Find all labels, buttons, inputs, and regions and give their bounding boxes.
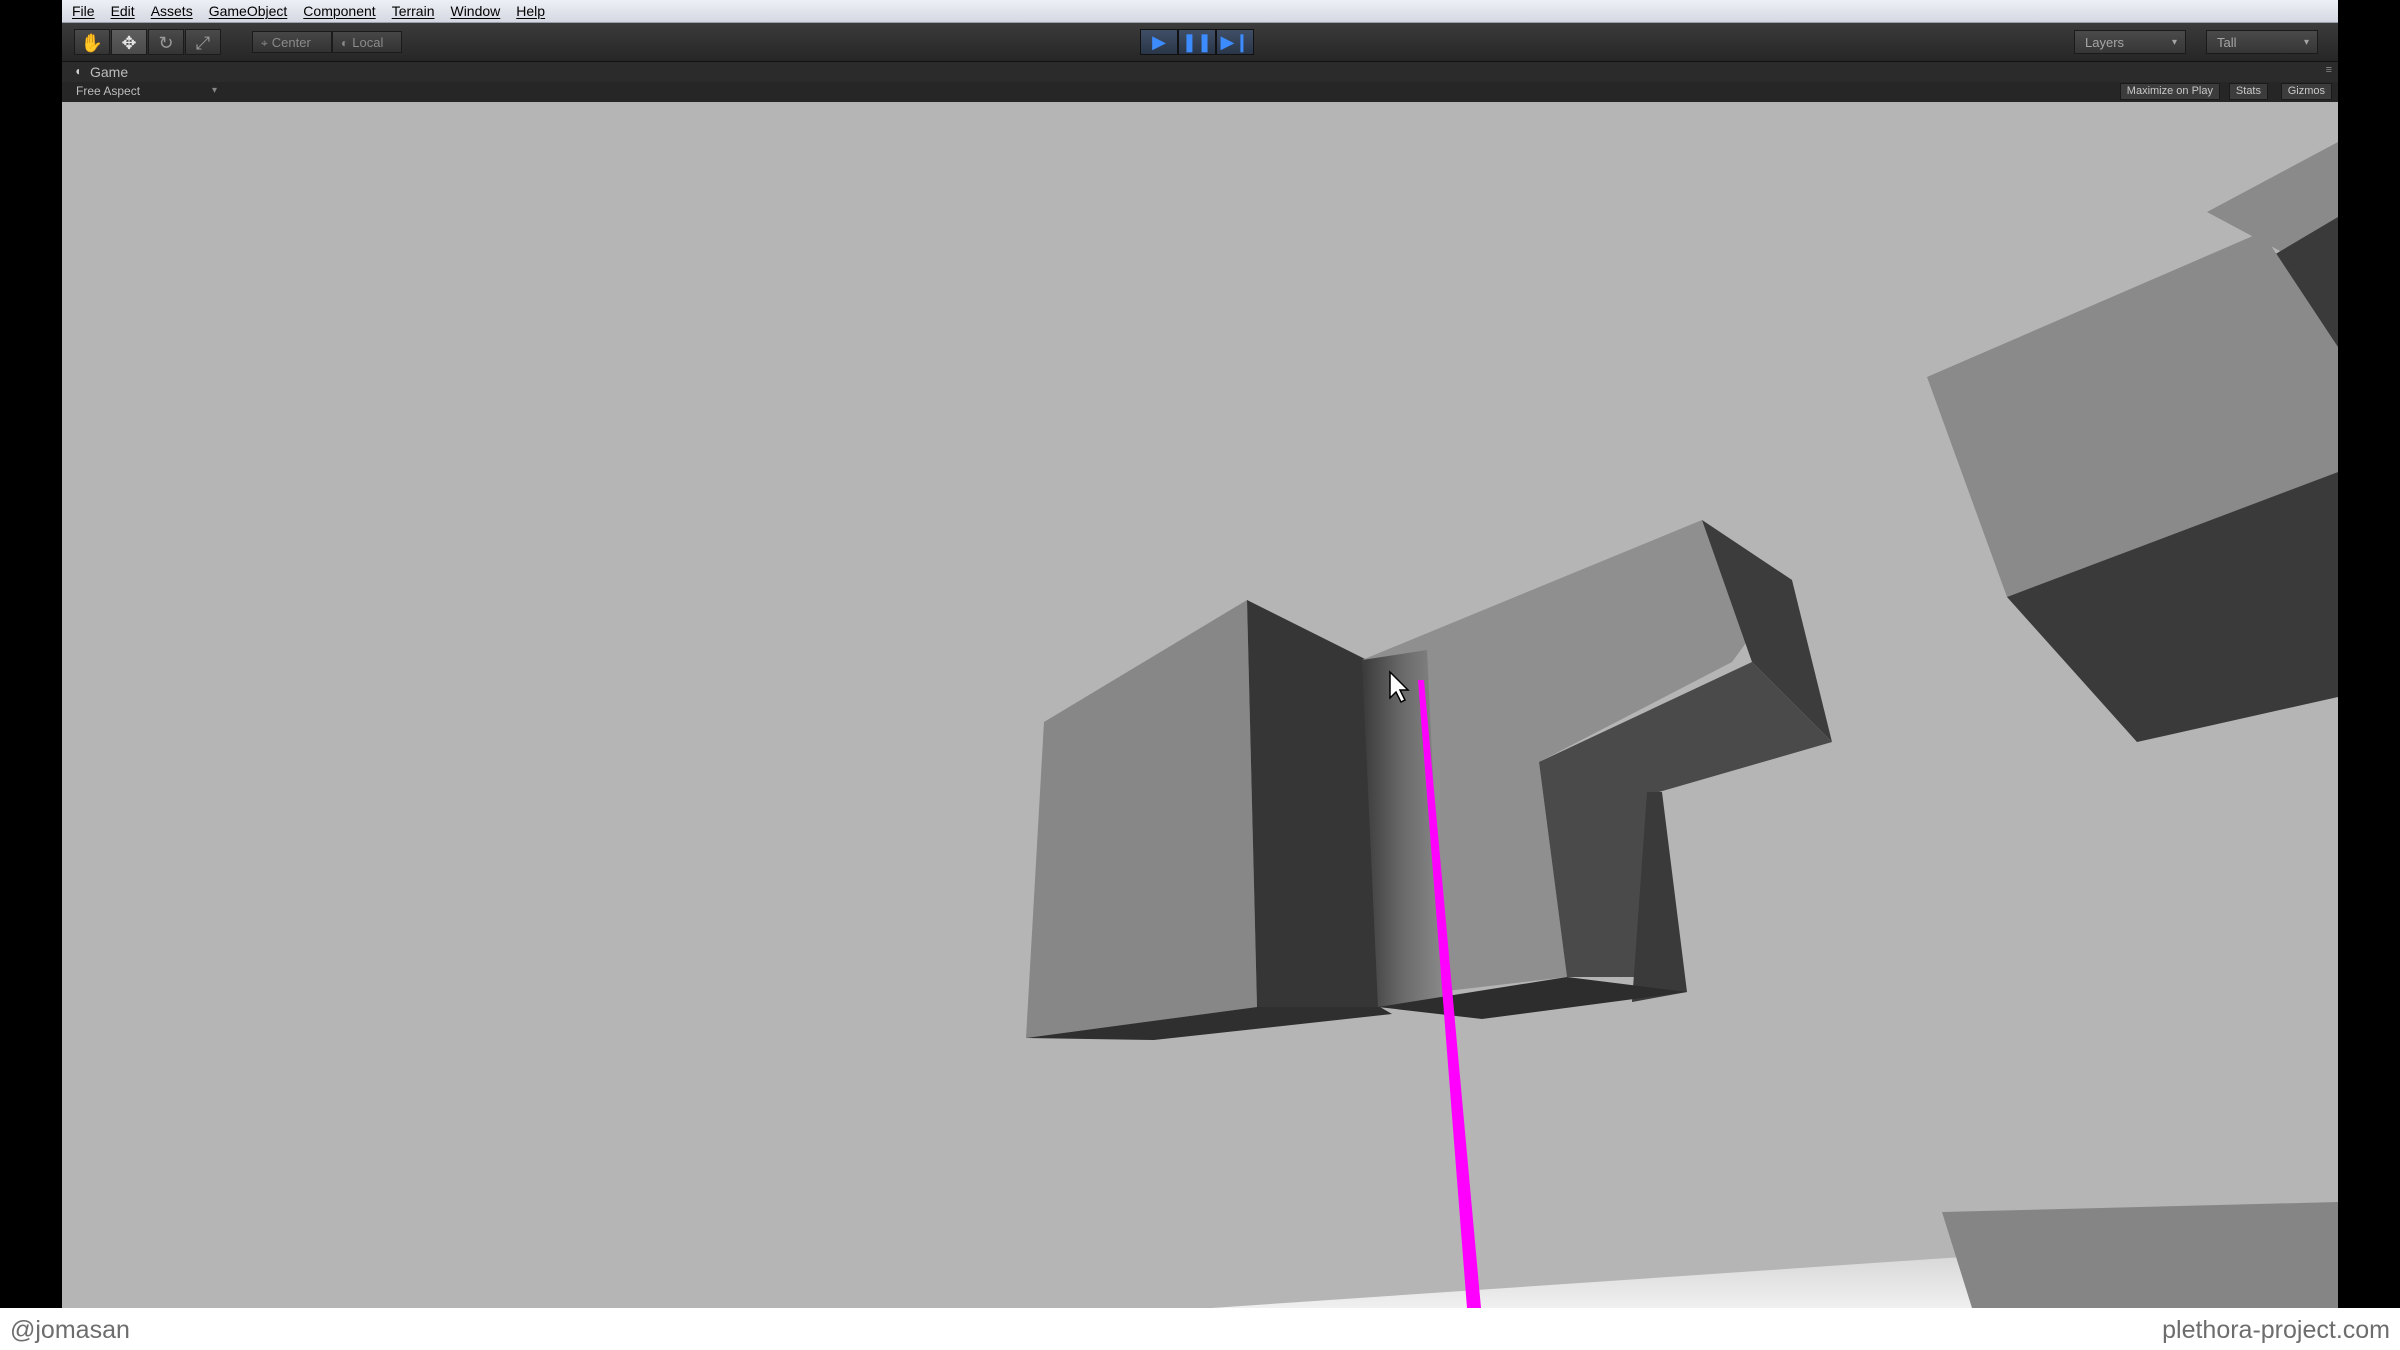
panel-menu-icon[interactable]: ≡ bbox=[2326, 64, 2332, 76]
menu-help[interactable]: Help bbox=[508, 3, 553, 19]
rotate-tool-button[interactable]: ↻ bbox=[148, 29, 184, 55]
move-tool-button[interactable]: ✥ bbox=[111, 29, 147, 55]
menu-component[interactable]: Component bbox=[295, 3, 383, 19]
game-viewport[interactable] bbox=[62, 102, 2338, 1308]
menu-edit[interactable]: Edit bbox=[103, 3, 143, 19]
layout-dropdown[interactable]: Tall ▾ bbox=[2206, 30, 2318, 54]
game-tab-icon: ◖ bbox=[74, 64, 82, 78]
step-icon: ▶❙ bbox=[1220, 32, 1250, 52]
menu-terrain[interactable]: Terrain bbox=[384, 3, 443, 19]
chevron-down-icon: ▾ bbox=[212, 85, 218, 96]
hand-tool-button[interactable]: ✋ bbox=[74, 29, 110, 55]
tab-game[interactable]: Game bbox=[90, 64, 128, 80]
pivot-local-toggle[interactable]: ◐ Local bbox=[332, 31, 402, 53]
game-scene bbox=[62, 102, 2338, 1308]
menu-file[interactable]: File bbox=[62, 3, 103, 19]
rotate-tool-icon: ↻ bbox=[158, 33, 174, 53]
watermark-strip bbox=[0, 1308, 2400, 1350]
game-view-toolbar: Free Aspect ▾ Maximize on Play Stats Giz… bbox=[62, 82, 2338, 103]
watermark-right: plethora-project.com bbox=[2158, 1316, 2394, 1345]
chevron-down-icon: ▾ bbox=[2171, 37, 2177, 48]
menu-window[interactable]: Window bbox=[442, 3, 508, 19]
local-icon: ◐ bbox=[341, 36, 349, 50]
menu-assets[interactable]: Assets bbox=[143, 3, 201, 19]
unity-editor-window: File Edit Assets GameObject Component Te… bbox=[62, 0, 2338, 1308]
maximize-on-play-toggle[interactable]: Maximize on Play bbox=[2119, 83, 2220, 100]
menu-bar: File Edit Assets GameObject Component Te… bbox=[62, 0, 2338, 23]
left-cube-side bbox=[1247, 600, 1380, 1007]
watermark-left: @jomasan bbox=[6, 1316, 134, 1345]
menu-gameobject[interactable]: GameObject bbox=[201, 3, 296, 19]
hand-tool-icon: ✋ bbox=[80, 33, 104, 53]
play-button[interactable]: ▶ bbox=[1140, 29, 1178, 55]
stats-toggle[interactable]: Stats bbox=[2228, 83, 2268, 100]
pivot-icon: ⌖ bbox=[261, 36, 268, 50]
move-tool-icon: ✥ bbox=[121, 33, 137, 53]
toolbar: ✋ ✥ ↻ ⤢ ⌖ Center ◐ Local ▶ ❚❚ ▶❙ Layers ▾ T… bbox=[62, 23, 2338, 62]
gizmos-dropdown[interactable]: Gizmos bbox=[2280, 83, 2332, 100]
bottom-right-block bbox=[1942, 1202, 2338, 1308]
pause-button[interactable]: ❚❚ bbox=[1178, 29, 1216, 55]
aspect-dropdown[interactable]: Free Aspect bbox=[76, 84, 140, 98]
play-icon: ▶ bbox=[1152, 32, 1166, 52]
pause-icon: ❚❚ bbox=[1181, 32, 1213, 52]
scale-tool-button[interactable]: ⤢ bbox=[185, 29, 221, 55]
pivot-center-toggle[interactable]: ⌖ Center bbox=[252, 31, 332, 53]
game-tab-header: ◖ Game ≡ bbox=[62, 62, 2338, 82]
step-button[interactable]: ▶❙ bbox=[1216, 29, 1254, 55]
layers-dropdown[interactable]: Layers ▾ bbox=[2074, 30, 2186, 54]
scale-tool-icon: ⤢ bbox=[195, 33, 211, 53]
chevron-down-icon: ▾ bbox=[2303, 37, 2309, 48]
